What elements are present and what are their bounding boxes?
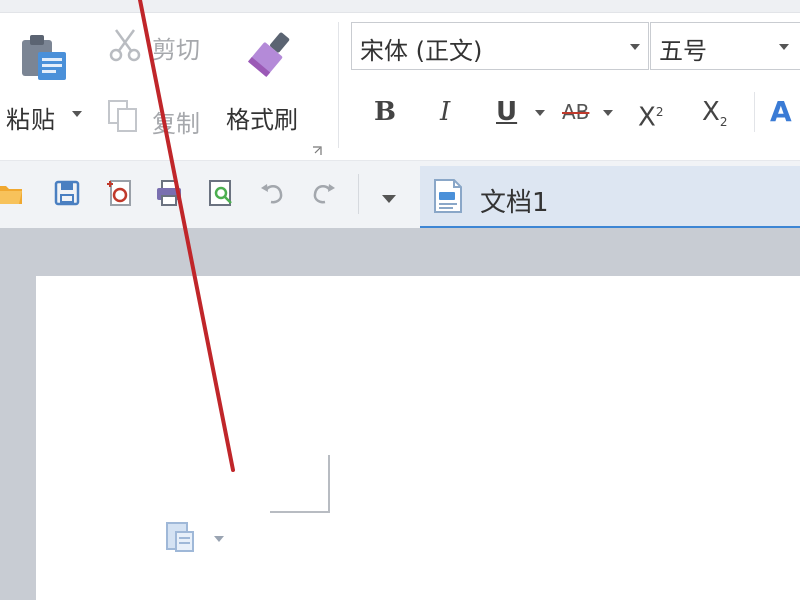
clipboard-dialog-launcher-icon[interactable]: [312, 146, 322, 156]
save-icon[interactable]: [52, 178, 82, 208]
superscript-base: X: [638, 102, 656, 133]
redo-icon[interactable]: [308, 178, 338, 208]
font-name-chevron-down-icon[interactable]: [630, 44, 640, 50]
subscript-button[interactable]: X2: [702, 90, 727, 134]
strikethrough-chevron-down-icon[interactable]: [603, 110, 613, 116]
font-size-combobox[interactable]: 五号: [650, 22, 800, 70]
tab-document-1-label: 文档1: [480, 188, 549, 218]
ribbon-group-divider-2: [754, 92, 755, 132]
font-name-combobox[interactable]: 宋体 (正文): [351, 22, 649, 70]
underline-chevron-down-icon[interactable]: [535, 110, 545, 116]
document-page[interactable]: [36, 276, 800, 600]
print-icon[interactable]: [154, 178, 184, 208]
paste-options-chevron-down-icon[interactable]: [214, 536, 224, 542]
bold-button[interactable]: B: [374, 90, 396, 134]
paste-options-icon[interactable]: [164, 520, 196, 554]
paste-button-label[interactable]: 粘贴: [6, 100, 56, 135]
open-folder-icon[interactable]: [0, 178, 24, 208]
superscript-button[interactable]: X2: [638, 90, 663, 134]
writer-document-icon: [434, 179, 462, 213]
customize-quick-access-chevron-down-icon[interactable]: [382, 195, 396, 203]
format-painter-button-label[interactable]: 格式刷: [226, 100, 298, 135]
font-size-value: 五号: [659, 37, 707, 65]
ribbon-tab-strip: [0, 0, 800, 13]
export-pdf-icon[interactable]: [104, 178, 134, 208]
ribbon-home: 粘贴 剪切 复制 格式刷 宋体 (正文) 五号 B I U AB X2 X2 A: [0, 0, 800, 160]
underline-button[interactable]: U: [496, 90, 517, 134]
paste-dropdown-chevron-icon[interactable]: [72, 111, 82, 117]
print-preview-icon[interactable]: [206, 178, 236, 208]
quick-access-divider: [358, 174, 359, 214]
undo-icon[interactable]: [258, 178, 288, 208]
cut-button-label[interactable]: 剪切: [152, 30, 200, 65]
copy-button-label[interactable]: 复制: [152, 104, 200, 139]
strikethrough-button[interactable]: AB: [562, 90, 589, 134]
italic-button[interactable]: I: [440, 90, 450, 134]
superscript-mark: 2: [655, 105, 664, 119]
scissors-icon[interactable]: [108, 28, 142, 62]
page-margin-corner-mark: [270, 455, 330, 513]
subscript-base: X: [702, 97, 720, 127]
text-effect-button[interactable]: A: [770, 90, 792, 134]
wps-writer-window: 粘贴 剪切 复制 格式刷 宋体 (正文) 五号 B I U AB X2 X2 A…: [0, 0, 800, 600]
tab-document-1[interactable]: 文档1: [420, 166, 800, 228]
copy-icon[interactable]: [106, 98, 140, 134]
font-size-chevron-down-icon[interactable]: [779, 44, 789, 50]
font-name-value: 宋体 (正文): [360, 37, 483, 65]
subscript-mark: 2: [719, 115, 728, 130]
ribbon-group-divider: [338, 22, 339, 148]
paste-icon[interactable]: [16, 32, 72, 84]
format-painter-icon[interactable]: [244, 28, 296, 80]
